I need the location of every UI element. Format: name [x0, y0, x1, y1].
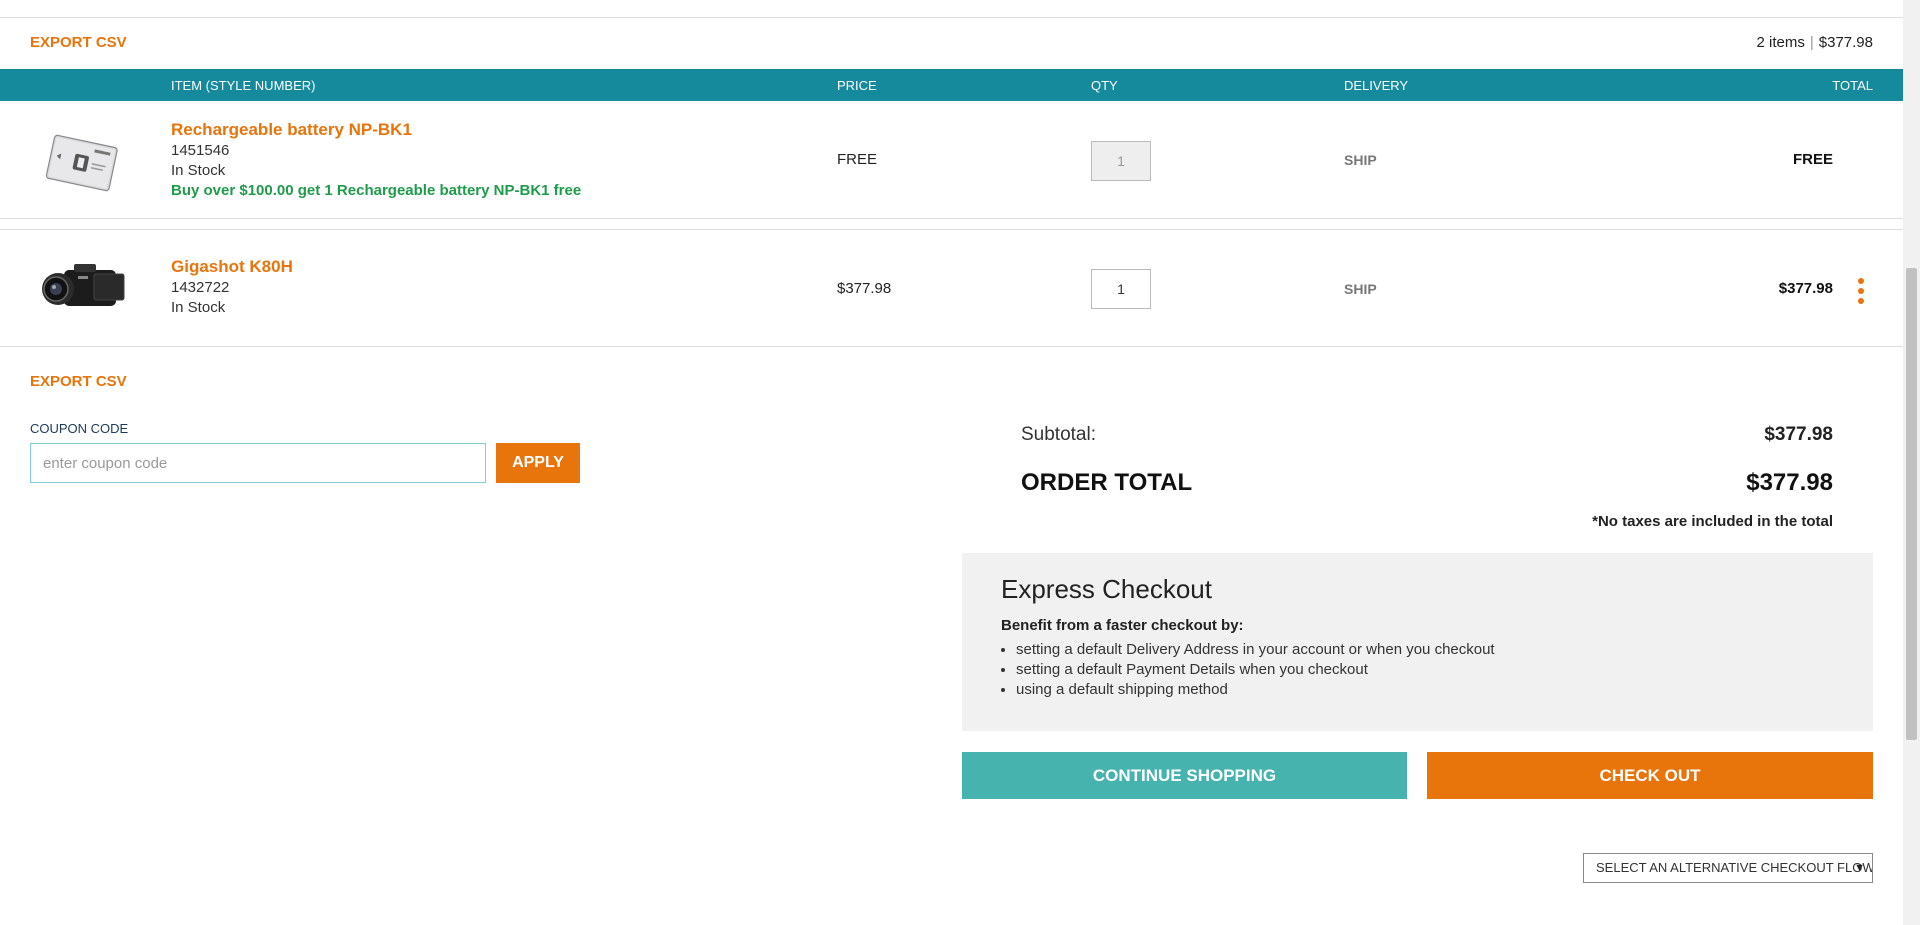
- page-scrollbar[interactable]: [1903, 0, 1920, 925]
- top-divider: [0, 17, 1903, 18]
- column-header-item: ITEM (STYLE NUMBER): [171, 78, 316, 93]
- more-options-icon[interactable]: [1857, 278, 1865, 304]
- export-csv-link-bottom[interactable]: EXPORT CSV: [30, 373, 127, 390]
- item-count: 2 items: [1756, 34, 1805, 51]
- subtotal-value: $377.98: [1764, 424, 1833, 445]
- apply-coupon-button[interactable]: APPLY: [496, 443, 580, 483]
- item-name-link[interactable]: Rechargeable battery NP-BK1: [171, 119, 581, 141]
- delivery-method: SHIP: [1344, 281, 1377, 297]
- camcorder-image[interactable]: [34, 252, 130, 322]
- item-total: FREE: [1792, 151, 1833, 168]
- item-name-link[interactable]: Gigashot K80H: [171, 256, 293, 278]
- item-style-number: 1451546: [171, 142, 230, 159]
- summary-separator: |: [1809, 34, 1814, 51]
- item-stock-status: In Stock: [171, 162, 226, 179]
- table-row: Gigashot K80H 1432722 In Stock $377.98 S…: [0, 229, 1903, 347]
- coupon-code-input[interactable]: [30, 443, 486, 483]
- delivery-method: SHIP: [1344, 152, 1377, 168]
- item-promotion: Buy over $100.00 get 1 Rechargeable batt…: [171, 182, 582, 199]
- item-price: $377.98: [837, 280, 892, 297]
- express-checkout-title: Express Checkout: [1001, 574, 1212, 604]
- item-info: Gigashot K80H 1432722 In Stock: [171, 256, 293, 318]
- cart-table-header: ITEM (STYLE NUMBER) PRICE QTY DELIVERY T…: [0, 69, 1903, 101]
- column-header-qty: QTY: [1091, 78, 1118, 93]
- battery-image[interactable]: [34, 127, 130, 197]
- item-stock-status: In Stock: [171, 299, 226, 316]
- column-header-price: PRICE: [837, 78, 877, 93]
- chevron-down-icon: ▼: [1854, 862, 1865, 874]
- list-item: setting a default Payment Details when y…: [1016, 660, 1495, 680]
- continue-shopping-button[interactable]: CONTINUE SHOPPING: [962, 752, 1407, 799]
- express-checkout-benefits: setting a default Delivery Address in yo…: [1016, 640, 1495, 700]
- subtotal-label: Subtotal:: [1021, 424, 1096, 445]
- cart-summary: 2 items | $377.98: [1757, 34, 1874, 51]
- quantity-input[interactable]: [1091, 269, 1151, 309]
- express-checkout-subtitle: Benefit from a faster checkout by:: [1001, 617, 1244, 634]
- item-total: $377.98: [1778, 280, 1833, 297]
- order-total-value: $377.98: [1746, 469, 1833, 496]
- list-item: using a default shipping method: [1016, 680, 1495, 700]
- column-header-total: TOTAL: [1832, 78, 1873, 93]
- item-style-number: 1432722: [171, 279, 230, 296]
- export-csv-link-top[interactable]: EXPORT CSV: [30, 34, 127, 51]
- item-price: FREE: [837, 151, 878, 168]
- tax-note: *No taxes are included in the total: [1592, 513, 1833, 530]
- cart-total: $377.98: [1818, 34, 1873, 51]
- cart-page: EXPORT CSV 2 items | $377.98 ITEM (STYLE N…: [0, 0, 1903, 925]
- alternative-checkout-selected: SELECT AN ALTERNATIVE CHECKOUT FLOW: [1596, 860, 1873, 875]
- quantity-input: [1091, 141, 1151, 181]
- table-row: Rechargeable battery NP-BK1 1451546 In S…: [0, 101, 1903, 219]
- express-checkout-panel: Express Checkout Benefit from a faster c…: [962, 553, 1873, 731]
- alternative-checkout-select[interactable]: SELECT AN ALTERNATIVE CHECKOUT FLOW ▼: [1583, 853, 1873, 883]
- scrollbar-thumb[interactable]: [1906, 268, 1917, 740]
- order-total-label: ORDER TOTAL: [1021, 469, 1193, 496]
- coupon-code-label: COUPON CODE: [30, 421, 129, 436]
- list-item: setting a default Delivery Address in yo…: [1016, 640, 1495, 660]
- check-out-button[interactable]: CHECK OUT: [1427, 752, 1873, 799]
- item-info: Rechargeable battery NP-BK1 1451546 In S…: [171, 119, 581, 201]
- column-header-delivery: DELIVERY: [1344, 78, 1409, 93]
